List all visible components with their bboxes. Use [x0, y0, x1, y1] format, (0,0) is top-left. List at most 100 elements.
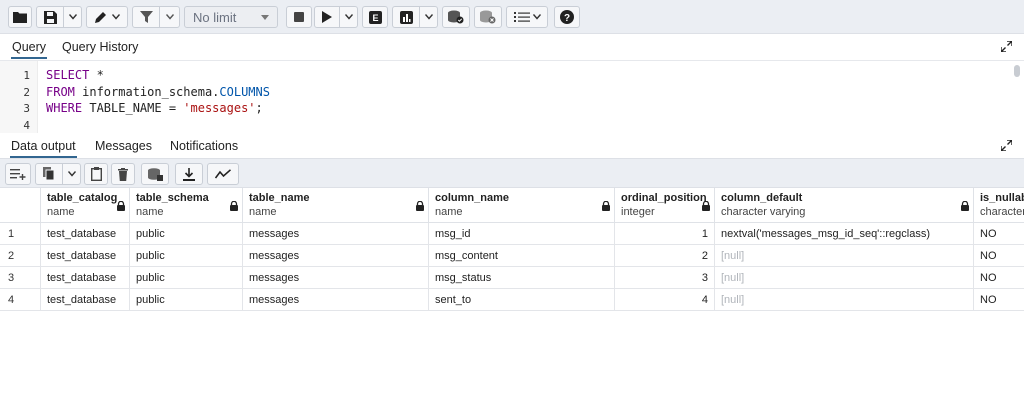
column-header-table-name[interactable]: table_name name — [243, 188, 429, 223]
filter-dropdown[interactable] — [160, 7, 179, 27]
macros-icon — [513, 12, 530, 22]
save-dropdown[interactable] — [64, 7, 81, 27]
table-cell[interactable]: public — [130, 245, 243, 267]
graph-visualiser-button[interactable] — [207, 163, 239, 185]
explain-button[interactable]: E — [362, 6, 388, 28]
delete-row-button[interactable] — [111, 163, 135, 185]
copy-button[interactable] — [36, 164, 64, 184]
save-button[interactable] — [37, 7, 65, 27]
table-cell[interactable]: messages — [243, 223, 429, 245]
open-file-button[interactable] — [8, 6, 32, 28]
tab-query-history[interactable]: Query History — [61, 35, 139, 59]
table-cell[interactable]: messages — [243, 267, 429, 289]
lock-icon — [602, 200, 610, 214]
tab-query[interactable]: Query — [11, 35, 48, 59]
table-cell[interactable]: msg_content — [429, 245, 615, 267]
execute-button[interactable] — [315, 7, 341, 27]
sql-text: * — [89, 68, 104, 82]
column-header-type: character — [980, 206, 1024, 218]
table-cell[interactable]: public — [130, 289, 243, 311]
column-header-ordinal-position[interactable]: ordinal_position integer — [615, 188, 715, 223]
folder-icon — [13, 12, 27, 23]
download-button[interactable] — [175, 163, 203, 185]
table-cell[interactable]: messages — [243, 289, 429, 311]
commit-button[interactable] — [442, 6, 470, 28]
table-cell[interactable]: 1 — [615, 223, 715, 245]
table-cell[interactable]: test_database — [41, 223, 130, 245]
edit-button[interactable] — [86, 6, 128, 28]
table-cell[interactable]: 2 — [615, 245, 715, 267]
explain-analyze-group — [392, 6, 438, 28]
table-cell[interactable]: [null] — [715, 267, 974, 289]
column-header-name: ordinal_position — [621, 192, 707, 204]
paste-button[interactable] — [84, 163, 108, 185]
table-cell[interactable]: messages — [243, 245, 429, 267]
data-output-toolbar — [0, 158, 1024, 188]
table-cell[interactable]: test_database — [41, 289, 130, 311]
code-line-3: WHERE TABLE_NAME = 'messages'; — [46, 101, 263, 115]
row-number[interactable]: 2 — [0, 245, 41, 267]
table-cell[interactable]: test_database — [41, 267, 130, 289]
add-row-button[interactable] — [5, 163, 31, 185]
column-header-column-name[interactable]: column_name name — [429, 188, 615, 223]
row-number[interactable]: 3 — [0, 267, 41, 289]
table-cell[interactable]: 3 — [615, 267, 715, 289]
sql-editor[interactable]: 1 2 3 4 SELECT * FROM information_schema… — [0, 60, 1024, 133]
tab-data-output[interactable]: Data output — [10, 134, 77, 158]
copy-dropdown[interactable] — [63, 164, 80, 184]
row-number[interactable]: 4 — [0, 289, 41, 311]
caret-down-icon — [261, 15, 269, 20]
sql-keyword: SELECT — [46, 68, 90, 82]
help-button[interactable]: ? — [554, 6, 580, 28]
table-cell[interactable]: NO — [974, 289, 1024, 311]
chevron-down-icon — [165, 14, 174, 20]
save-icon — [43, 10, 57, 24]
table-cell[interactable]: msg_id — [429, 223, 615, 245]
column-header-table-schema[interactable]: table_schema name — [130, 188, 243, 223]
editor-scrollbar[interactable] — [1014, 65, 1020, 77]
help-icon: ? — [560, 10, 574, 24]
table-cell[interactable]: NO — [974, 267, 1024, 289]
table-cell[interactable]: public — [130, 267, 243, 289]
column-header-column-default[interactable]: column_default character varying — [715, 188, 974, 223]
table-cell[interactable]: sent_to — [429, 289, 615, 311]
filter-button-group — [132, 6, 180, 28]
table-cell[interactable]: nextval('messages_msg_id_seq'::regclass) — [715, 223, 974, 245]
table-cell[interactable]: 4 — [615, 289, 715, 311]
filter-icon — [139, 10, 153, 23]
copy-button-group — [35, 163, 81, 185]
expand-icon[interactable] — [1001, 41, 1012, 52]
rollback-button[interactable] — [474, 6, 502, 28]
tab-notifications[interactable]: Notifications — [169, 134, 239, 158]
explain-analyze-dropdown[interactable] — [420, 7, 437, 27]
line-gutter: 1 2 3 4 — [0, 61, 38, 133]
execute-dropdown[interactable] — [340, 7, 357, 27]
grid-corner[interactable] — [0, 188, 41, 223]
table-cell[interactable]: msg_status — [429, 267, 615, 289]
explain-analyze-button[interactable] — [393, 7, 421, 27]
tab-messages[interactable]: Messages — [94, 134, 153, 158]
macros-button[interactable] — [506, 6, 548, 28]
table-cell[interactable]: NO — [974, 245, 1024, 267]
row-limit-select[interactable]: No limit — [184, 6, 278, 28]
database-save-icon — [147, 167, 163, 181]
lock-icon — [702, 200, 710, 214]
svg-text:?: ? — [564, 13, 570, 24]
expand-icon[interactable] — [1001, 140, 1012, 151]
table-cell[interactable]: NO — [974, 223, 1024, 245]
output-tabs: Data output Messages Notifications — [0, 134, 1024, 158]
column-header-is-nullable[interactable]: is_nullable character — [974, 188, 1024, 223]
row-number[interactable]: 1 — [0, 223, 41, 245]
stop-button[interactable] — [286, 6, 312, 28]
filter-button[interactable] — [133, 7, 161, 27]
lock-icon — [117, 200, 125, 214]
add-row-icon — [10, 169, 26, 180]
table-cell[interactable]: public — [130, 223, 243, 245]
lock-icon — [416, 200, 424, 214]
trash-icon — [118, 167, 128, 181]
table-cell[interactable]: [null] — [715, 289, 974, 311]
table-cell[interactable]: test_database — [41, 245, 130, 267]
table-cell[interactable]: [null] — [715, 245, 974, 267]
save-data-button[interactable] — [141, 163, 169, 185]
column-header-table-catalog[interactable]: table_catalog name — [41, 188, 130, 223]
